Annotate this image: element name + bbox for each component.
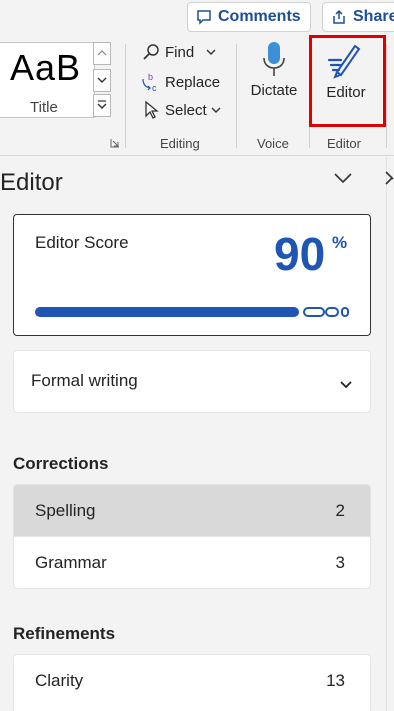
progress-fill <box>35 307 299 317</box>
editor-score-progress <box>35 307 351 317</box>
comment-icon <box>196 9 212 25</box>
styles-dialog-launcher-icon[interactable] <box>110 138 120 151</box>
more-icon <box>97 99 107 112</box>
select-label: Select <box>165 101 207 119</box>
pane-divider <box>386 157 387 711</box>
refinements-heading: Refinements <box>13 624 116 643</box>
dictate-button[interactable]: Dictate <box>244 40 304 99</box>
pane-title: Editor <box>0 169 63 196</box>
list-item-label: Clarity <box>35 671 84 690</box>
voice-group-label: Voice <box>257 136 289 151</box>
group-divider <box>236 44 237 148</box>
replace-label: Replace <box>165 73 221 91</box>
editor-score-value: 90 <box>274 228 326 280</box>
corrections-heading: Corrections <box>13 454 109 473</box>
pane-close-button[interactable] <box>385 171 394 190</box>
styles-gallery[interactable]: AaB Title <box>0 42 95 118</box>
svg-text:b: b <box>148 72 153 82</box>
microphone-icon <box>244 40 304 78</box>
editing-group-label: Editing <box>160 136 200 151</box>
group-divider <box>125 44 126 148</box>
editor-label: Editor <box>326 84 366 101</box>
share-icon <box>331 9 347 25</box>
corrections-list: Spelling 2 Grammar 3 <box>13 484 371 589</box>
top-bar: Comments Share <box>0 0 394 34</box>
chevron-down-icon <box>211 107 221 113</box>
editor-score-label: Editor Score <box>35 233 129 252</box>
select-button[interactable]: Select <box>140 100 221 120</box>
progress-remaining-segment <box>341 307 349 317</box>
chevron-down-icon <box>340 376 352 394</box>
refinements-list: Clarity 13 <box>13 654 371 711</box>
writing-style-dropdown[interactable]: Formal writing <box>13 350 371 413</box>
replace-icon: bc <box>140 71 162 93</box>
progress-remaining-segment <box>303 307 325 317</box>
chevron-down-icon <box>333 171 353 188</box>
list-item-label: Grammar <box>35 553 107 572</box>
styles-scroll-up[interactable] <box>93 42 111 65</box>
chevron-down-icon <box>97 75 107 86</box>
editor-button[interactable]: Editor <box>314 38 378 101</box>
ribbon: AaB Title Find bc Replace Select Dictate… <box>0 34 394 156</box>
list-item-count: 2 <box>335 500 345 520</box>
progress-remaining-segment <box>325 307 339 317</box>
replace-button[interactable]: bc Replace <box>140 71 220 93</box>
corrections-item-spelling[interactable]: Spelling 2 <box>14 485 370 537</box>
search-icon <box>140 42 162 62</box>
dictate-label: Dictate <box>250 82 298 99</box>
comments-label: Comments <box>218 8 301 25</box>
editor-pane: Editor Editor Score 90 % Formal writing … <box>0 157 394 711</box>
pane-options-button[interactable] <box>333 171 353 189</box>
cursor-arrow-icon <box>140 100 162 120</box>
share-button[interactable]: Share <box>322 2 394 32</box>
find-button[interactable]: Find <box>140 42 216 62</box>
group-divider <box>386 44 387 148</box>
styles-more[interactable] <box>93 94 111 117</box>
find-label: Find <box>165 43 195 61</box>
share-label: Share <box>353 8 394 25</box>
svg-text:c: c <box>152 83 157 93</box>
refinements-item-clarity[interactable]: Clarity 13 <box>14 655 370 707</box>
style-sample-text: AaB <box>10 47 82 88</box>
corrections-item-grammar[interactable]: Grammar 3 <box>14 537 370 588</box>
chevron-down-icon <box>206 49 216 55</box>
styles-scroll-down[interactable] <box>93 69 111 92</box>
style-name-label: Title <box>30 99 58 116</box>
list-item-label: Spelling <box>35 500 96 520</box>
editor-score-card[interactable]: Editor Score 90 % <box>13 214 371 336</box>
comments-button[interactable]: Comments <box>187 2 311 32</box>
chevron-up-icon <box>97 48 107 59</box>
list-item-count: 3 <box>335 553 345 572</box>
list-item-count: 13 <box>326 671 345 690</box>
editor-group-label: Editor <box>327 136 361 151</box>
writing-style-selected: Formal writing <box>31 371 138 390</box>
close-icon <box>385 171 394 189</box>
editor-pen-icon <box>314 38 378 80</box>
editor-score-unit: % <box>332 233 348 252</box>
